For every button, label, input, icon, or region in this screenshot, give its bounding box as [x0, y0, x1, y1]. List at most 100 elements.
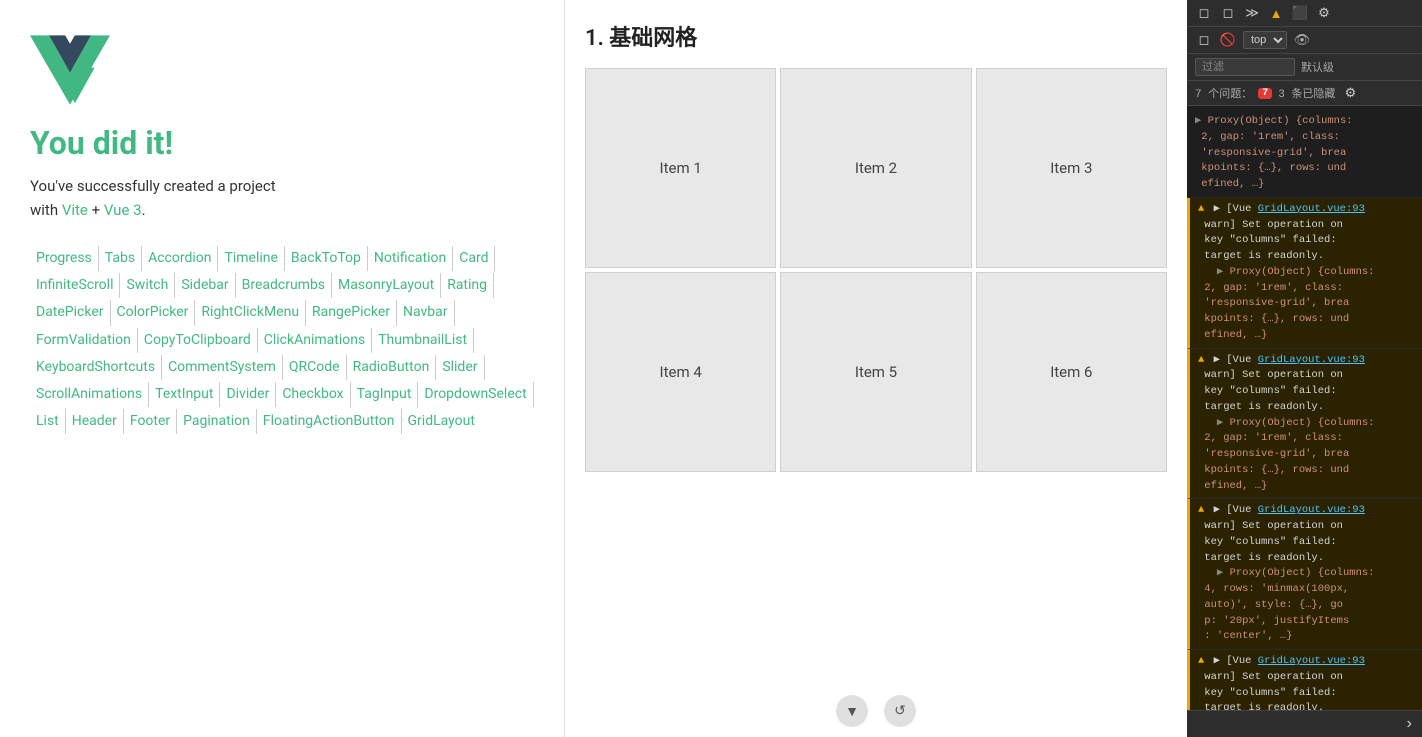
left-panel: You did it! You've successfully created …	[0, 0, 565, 737]
nav-link-rangepicker[interactable]: RangePicker	[306, 300, 397, 325]
nav-link-formvalidation[interactable]: FormValidation	[30, 328, 138, 353]
devtools-footer: ›	[1187, 710, 1422, 737]
nav-link-pagination[interactable]: Pagination	[177, 409, 257, 434]
nav-link-taginput[interactable]: TagInput	[351, 382, 419, 407]
devtools-filter-row: 默认级	[1187, 54, 1422, 81]
nav-link-progress[interactable]: Progress	[30, 246, 99, 271]
grid-item-3: Item 3	[976, 68, 1167, 268]
plus-text: +	[88, 201, 104, 219]
nav-links: ProgressTabsAccordionTimelineBackToTopNo…	[30, 246, 534, 434]
devtools-expand-footer[interactable]: ›	[1404, 715, 1414, 733]
devtools-btn-sidebar[interactable]: ◻	[1195, 31, 1213, 49]
nav-link-divider[interactable]: Divider	[220, 382, 276, 407]
nav-link-thumbnaillist[interactable]: ThumbnailList	[372, 328, 474, 353]
nav-link-tabs[interactable]: Tabs	[99, 246, 142, 271]
devtools-btn-error[interactable]: ⬛	[1291, 4, 1309, 22]
middle-panel: 1. 基础网格 Item 1Item 2Item 3Item 4Item 5It…	[565, 0, 1187, 737]
nav-link-slider[interactable]: Slider	[436, 355, 484, 380]
subtitle: You've successfully created a projectwit…	[30, 174, 534, 222]
nav-link-header[interactable]: Header	[66, 409, 124, 434]
devtools-panel: ◻ ◻ ≫ ▲ ⬛ ⚙ ◻ 🚫 top 👁 默认级 7 个问题： 7 3 条已隐…	[1187, 0, 1422, 737]
warn-link-4[interactable]: GridLayout.vue:93	[1258, 655, 1365, 667]
nav-link-footer[interactable]: Footer	[124, 409, 177, 434]
nav-link-checkbox[interactable]: Checkbox	[276, 382, 350, 407]
log-entry-warn-1: ▲ ▶ [Vue GridLayout.vue:93 warn] Set ope…	[1187, 198, 1422, 349]
warn-icon-2: ▲	[1198, 354, 1204, 366]
devtools-default-level: 默认级	[1301, 59, 1334, 75]
nav-link-copytoclipboard[interactable]: CopyToClipboard	[138, 328, 258, 353]
nav-link-rightclickmenu[interactable]: RightClickMenu	[195, 300, 306, 325]
warn-icon-4: ▲	[1198, 655, 1204, 667]
nav-link-notification[interactable]: Notification	[368, 246, 453, 271]
nav-link-datepicker[interactable]: DatePicker	[30, 300, 111, 325]
nav-link-rating[interactable]: Rating	[441, 273, 494, 298]
devtools-issue-count-label: 7 个问题：	[1195, 85, 1252, 101]
collapse-icon[interactable]: ▼	[836, 695, 868, 727]
proxy-expand-1[interactable]: ▶	[1217, 266, 1223, 278]
nav-link-commentsystem[interactable]: CommentSystem	[162, 355, 283, 380]
warn-link-3[interactable]: GridLayout.vue:93	[1258, 504, 1365, 516]
devtools-status-bar: 7 个问题： 7 3 条已隐藏 ⚙	[1187, 81, 1422, 106]
grid-item-6: Item 6	[976, 272, 1167, 472]
devtools-settings-btn2[interactable]: ⚙	[1341, 84, 1359, 102]
nav-link-keyboardshortcuts[interactable]: KeyboardShortcuts	[30, 355, 162, 380]
warn-icon-1: ▲	[1198, 203, 1204, 215]
grid-item-4: Item 4	[585, 272, 776, 472]
nav-link-clickanimations[interactable]: ClickAnimations	[258, 328, 372, 353]
grid-container: Item 1Item 2Item 3Item 4Item 5Item 6	[585, 68, 1167, 472]
nav-link-scrollanimations[interactable]: ScrollAnimations	[30, 382, 149, 407]
devtools-toolbar-1: ◻ ◻ ≫ ▲ ⬛ ⚙	[1187, 0, 1422, 27]
log-text-plain: Proxy(Object) {columns: 2, gap: '1rem', …	[1195, 115, 1353, 190]
nav-link-sidebar[interactable]: Sidebar	[175, 273, 235, 298]
devtools-btn-device[interactable]: ◻	[1219, 4, 1237, 22]
nav-link-textinput[interactable]: TextInput	[149, 382, 220, 407]
nav-link-colorpicker[interactable]: ColorPicker	[111, 300, 196, 325]
devtools-btn-inspect[interactable]: ◻	[1195, 4, 1213, 22]
bottom-icons: ▼ ↺	[836, 695, 916, 727]
nav-link-infinitescroll[interactable]: InfiniteScroll	[30, 273, 120, 298]
devtools-toolbar-2: ◻ 🚫 top 👁	[1187, 27, 1422, 54]
grid-item-2: Item 2	[780, 68, 971, 268]
devtools-warn-badge: 7	[1258, 88, 1272, 99]
nav-link-switch[interactable]: Switch	[120, 273, 175, 298]
page-title: You did it!	[30, 124, 534, 162]
devtools-log-content: ▶ Proxy(Object) {columns: 2, gap: '1rem'…	[1187, 106, 1422, 710]
devtools-btn-settings[interactable]: ⚙	[1315, 4, 1333, 22]
log-entry-warn-2: ▲ ▶ [Vue GridLayout.vue:93 warn] Set ope…	[1187, 349, 1422, 500]
log-entry-plain: ▶ Proxy(Object) {columns: 2, gap: '1rem'…	[1187, 110, 1422, 198]
log-entry-warn-4: ▲ ▶ [Vue GridLayout.vue:93 warn] Set ope…	[1187, 650, 1422, 710]
nav-link-floatingactionbutton[interactable]: FloatingActionButton	[257, 409, 402, 434]
nav-link-timeline[interactable]: Timeline	[218, 246, 284, 271]
devtools-level-select[interactable]: top	[1243, 31, 1287, 49]
devtools-btn-eye[interactable]: 👁	[1293, 31, 1311, 49]
refresh-icon[interactable]: ↺	[884, 695, 916, 727]
nav-link-accordion[interactable]: Accordion	[142, 246, 218, 271]
warn-link-1[interactable]: GridLayout.vue:93	[1258, 203, 1365, 215]
nav-link-card[interactable]: Card	[453, 246, 495, 271]
warn-icon-3: ▲	[1198, 504, 1204, 516]
vue-link[interactable]: Vue 3	[104, 201, 142, 219]
proxy-expand-3[interactable]: ▶	[1217, 567, 1223, 579]
nav-link-radiobutton[interactable]: RadioButton	[347, 355, 437, 380]
log-entry-warn-3: ▲ ▶ [Vue GridLayout.vue:93 warn] Set ope…	[1187, 499, 1422, 650]
devtools-btn-more[interactable]: ≫	[1243, 4, 1261, 22]
section-title: 1. 基础网格	[585, 20, 1167, 52]
nav-link-gridlayout[interactable]: GridLayout	[402, 409, 481, 434]
devtools-btn-warning[interactable]: ▲	[1267, 4, 1285, 22]
nav-link-navbar[interactable]: Navbar	[397, 300, 455, 325]
nav-link-backtotop[interactable]: BackToTop	[285, 246, 368, 271]
nav-link-dropdownselect[interactable]: DropdownSelect	[418, 382, 533, 407]
devtools-btn-clear[interactable]: 🚫	[1219, 31, 1237, 49]
proxy-expand-2[interactable]: ▶	[1217, 417, 1223, 429]
nav-link-masonrylayout[interactable]: MasonryLayout	[332, 273, 441, 298]
nav-link-qrcode[interactable]: QRCode	[283, 355, 347, 380]
vue-logo	[30, 30, 110, 110]
period: .	[142, 201, 146, 219]
devtools-filter-input[interactable]	[1195, 58, 1295, 76]
nav-link-list[interactable]: List	[30, 409, 66, 434]
devtools-hidden-count: 3 条已隐藏	[1278, 85, 1335, 101]
nav-link-breadcrumbs[interactable]: Breadcrumbs	[236, 273, 332, 298]
expand-arrow[interactable]: ▶	[1195, 115, 1201, 127]
vite-link[interactable]: Vite	[62, 201, 88, 219]
warn-link-2[interactable]: GridLayout.vue:93	[1258, 354, 1365, 366]
